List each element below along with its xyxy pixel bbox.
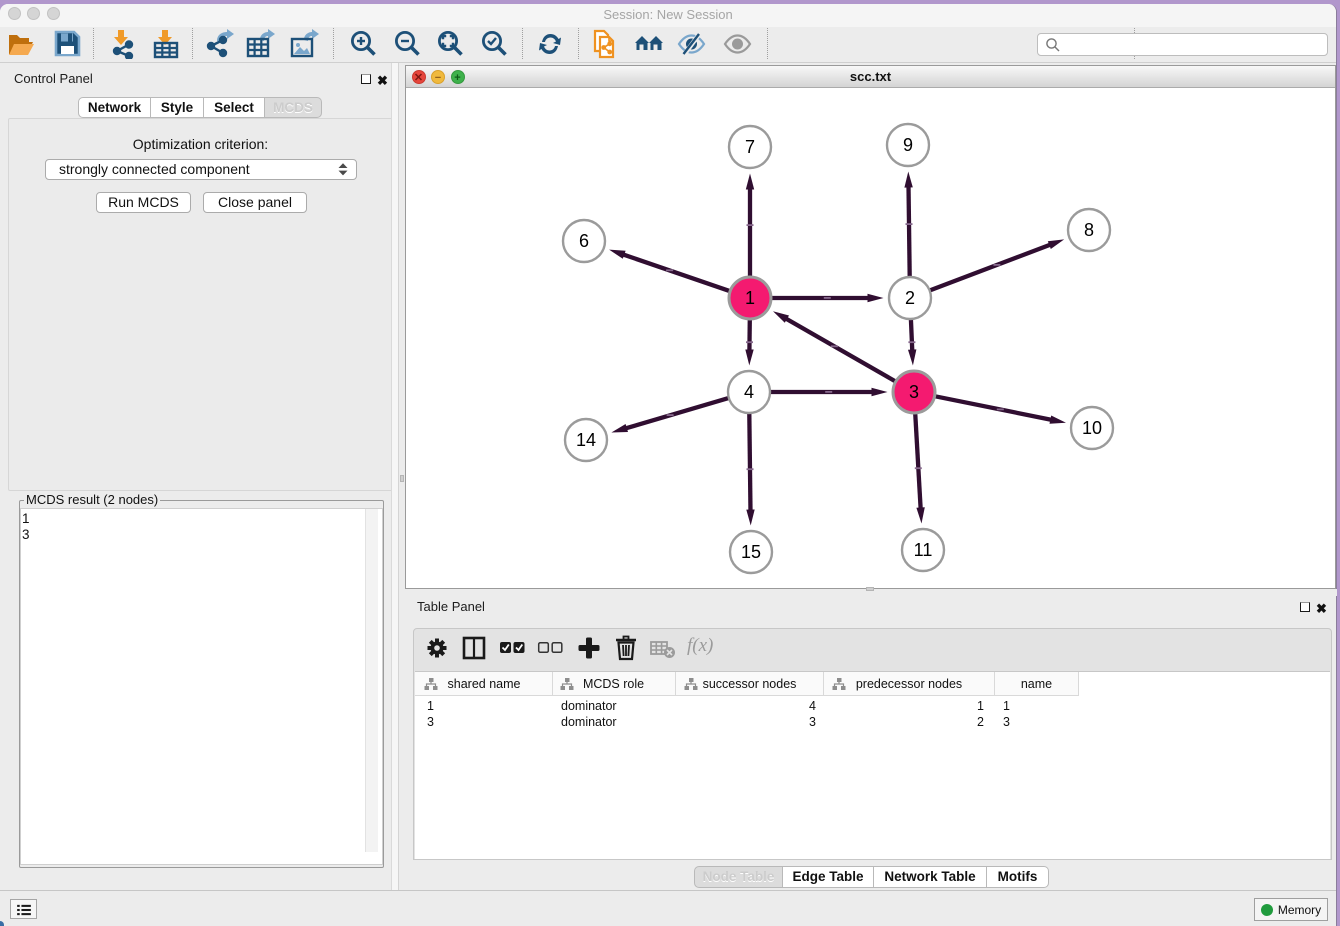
- svg-text:15: 15: [741, 542, 761, 562]
- svg-text:1: 1: [745, 288, 755, 308]
- svg-text:2: 2: [905, 288, 915, 308]
- svg-text:10: 10: [1082, 418, 1102, 438]
- svg-text:9: 9: [903, 135, 913, 155]
- svg-text:4: 4: [744, 382, 754, 402]
- svg-text:14: 14: [576, 430, 596, 450]
- svg-text:6: 6: [579, 231, 589, 251]
- svg-text:11: 11: [914, 540, 933, 560]
- svg-text:3: 3: [909, 382, 919, 402]
- svg-text:7: 7: [745, 137, 755, 157]
- svg-text:8: 8: [1084, 220, 1094, 240]
